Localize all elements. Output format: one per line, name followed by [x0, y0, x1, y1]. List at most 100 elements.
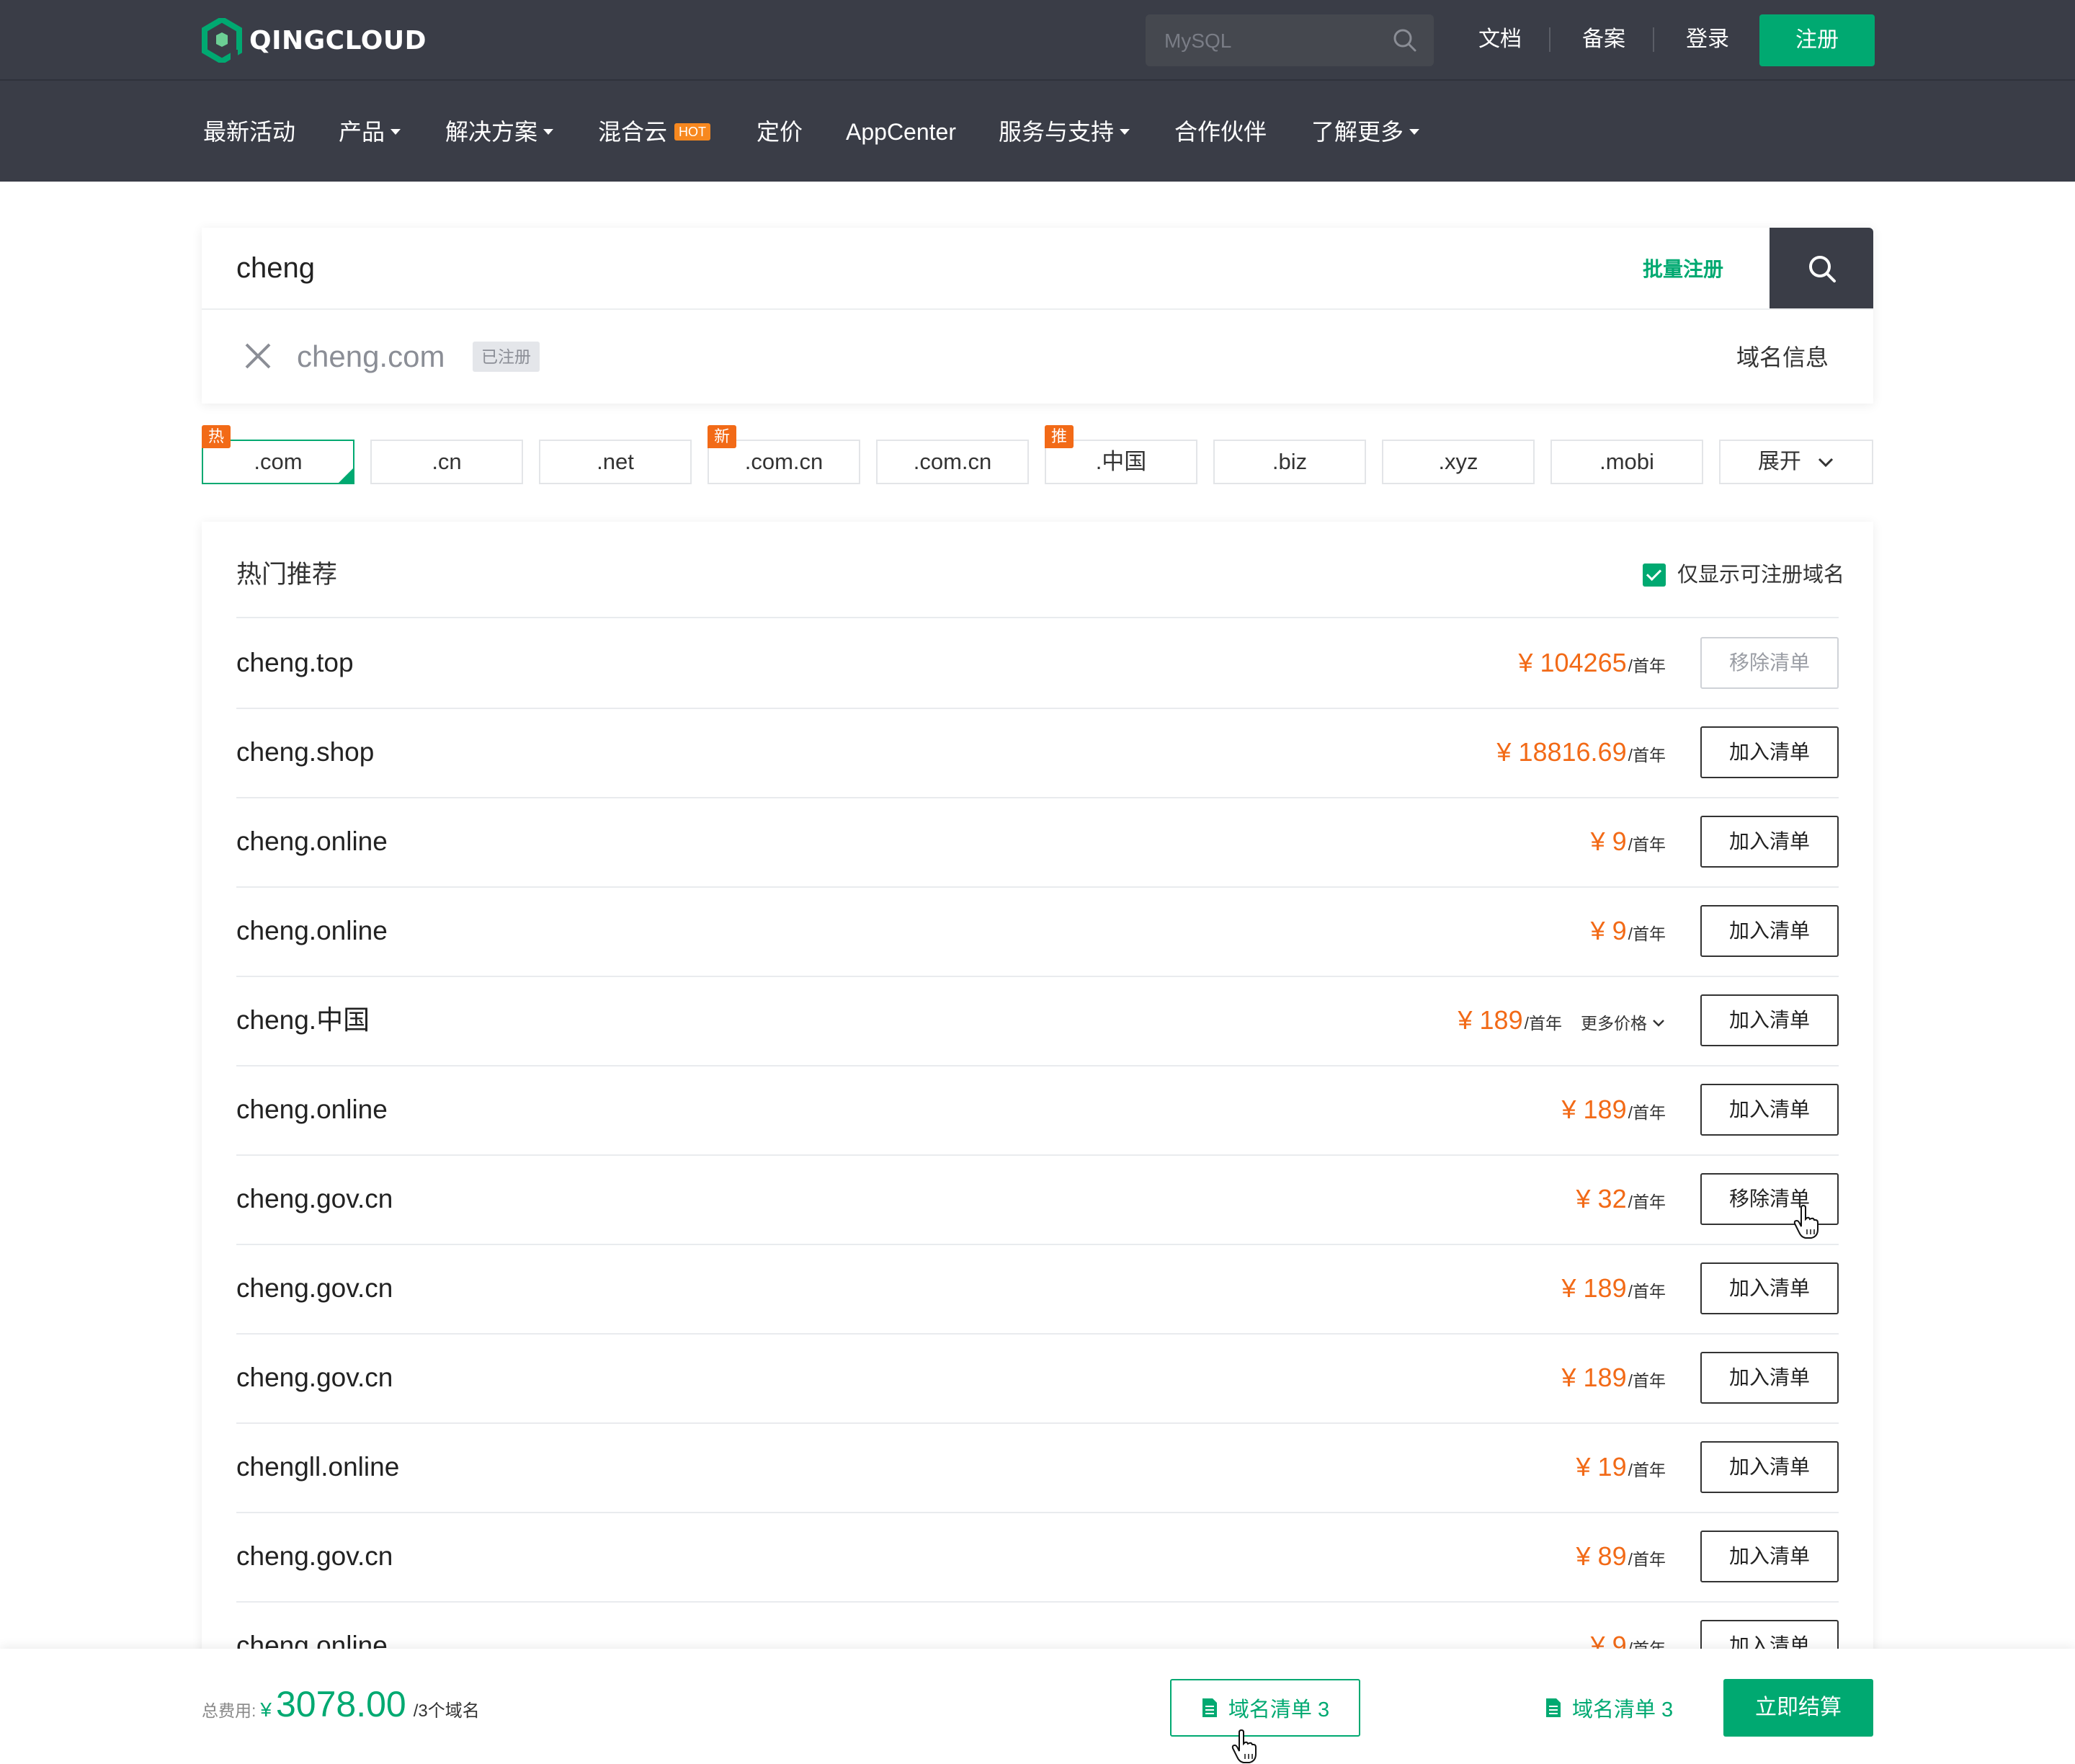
- suffix-label: .net: [597, 449, 634, 474]
- domain-name: cheng.中国: [236, 1005, 370, 1035]
- price: ¥ 189/首年: [1562, 1360, 1666, 1398]
- recommended-badge: 推: [1045, 425, 1074, 448]
- cart-action-button[interactable]: 加入清单: [1700, 1531, 1839, 1582]
- price: ¥ 9/首年: [1591, 824, 1666, 862]
- recommended-list-card: 热门推荐 仅显示可注册域名 cheng.top ¥ 104265/首年 移除清单…: [202, 522, 1873, 1764]
- domain-row: cheng.online ¥ 9/首年 加入清单: [236, 886, 1839, 977]
- domain-row: cheng.gov.cn ¥ 189/首年 加入清单: [236, 1244, 1839, 1335]
- docs-link[interactable]: 文档: [1478, 22, 1522, 58]
- domain-name: chengll.online: [236, 1452, 400, 1482]
- checkout-button[interactable]: 立即结算: [1723, 1679, 1873, 1737]
- nav-learn-more[interactable]: 了解更多: [1311, 114, 1420, 150]
- caret-down-icon: [391, 129, 401, 135]
- search-icon[interactable]: [1392, 27, 1418, 53]
- price: ¥ 18816.69/首年: [1496, 735, 1666, 772]
- suffix-tab-mobi[interactable]: .mobi: [1550, 440, 1703, 484]
- chevron-down-icon: [1653, 1020, 1664, 1027]
- searched-domain: cheng.com: [297, 339, 445, 373]
- price-amount: ¥ 19: [1576, 1452, 1627, 1482]
- icp-filing-link[interactable]: 备案: [1582, 22, 1625, 58]
- domain-cart-button[interactable]: 域名清单 3: [1170, 1679, 1360, 1737]
- only-available-toggle[interactable]: 仅显示可注册域名: [1643, 562, 1844, 588]
- nav-latest-activities[interactable]: 最新活动: [203, 114, 295, 150]
- price-amount: ¥ 18816.69: [1496, 737, 1627, 767]
- nav-label: 服务与支持: [999, 119, 1115, 145]
- nav-solutions[interactable]: 解决方案: [445, 114, 554, 150]
- list-title: 热门推荐: [236, 561, 338, 589]
- domain-search-input[interactable]: cheng: [236, 249, 315, 287]
- divider: [1653, 27, 1654, 52]
- cart-label: 域名清单 3: [1228, 1698, 1330, 1721]
- search-button[interactable]: [1770, 228, 1873, 308]
- cart-action-button[interactable]: 加入清单: [1700, 816, 1839, 868]
- nav-label: 产品: [339, 119, 385, 145]
- cart-action-button[interactable]: 加入清单: [1700, 1262, 1839, 1314]
- price: ¥ 189/首年 更多价格: [1458, 1003, 1666, 1041]
- caret-down-icon: [543, 129, 554, 135]
- divider: [1549, 27, 1550, 52]
- nav-label: 了解更多: [1311, 119, 1404, 145]
- suffix-label: .com.cn: [913, 449, 992, 474]
- price-unit: /首年: [1628, 835, 1666, 854]
- nav-label: 解决方案: [445, 119, 538, 145]
- domain-cart-link[interactable]: 域名清单 3: [1545, 1686, 1673, 1729]
- domain-name: cheng.gov.cn: [236, 1363, 393, 1392]
- suffix-label: .com: [254, 449, 303, 474]
- nav-appcenter[interactable]: AppCenter: [846, 114, 956, 150]
- batch-register-link[interactable]: 批量注册: [1643, 257, 1723, 282]
- nav-partners[interactable]: 合作伙伴: [1174, 114, 1267, 150]
- suffix-tab-biz[interactable]: .biz: [1213, 440, 1366, 484]
- price-amount: ¥ 189: [1561, 1095, 1627, 1124]
- close-icon[interactable]: [242, 340, 274, 372]
- domain-info-link[interactable]: 域名信息: [1736, 342, 1829, 373]
- top-search-box[interactable]: [1146, 14, 1434, 68]
- cart-action-button[interactable]: 加入清单: [1700, 1441, 1839, 1493]
- nav-service-support[interactable]: 服务与支持: [999, 114, 1130, 150]
- suffix-label: .xyz: [1438, 449, 1478, 474]
- login-link[interactable]: 登录: [1686, 22, 1729, 58]
- nav-pricing[interactable]: 定价: [757, 114, 803, 150]
- checkbox-checked[interactable]: [1643, 564, 1666, 587]
- domain-row: chengll.online ¥ 19/首年 加入清单: [236, 1422, 1839, 1513]
- price-unit: /首年: [1628, 656, 1666, 675]
- total-amount: 3078.00: [275, 1684, 406, 1724]
- top-header: QINGCLOUD 文档 备案 登录 注册: [0, 0, 2075, 79]
- domain-row: cheng.top ¥ 104265/首年 移除清单: [236, 618, 1839, 709]
- cart-action-button[interactable]: 移除清单: [1700, 637, 1839, 689]
- nav-products[interactable]: 产品: [339, 114, 401, 150]
- price: ¥ 19/首年: [1576, 1450, 1666, 1487]
- logo[interactable]: QINGCLOUD: [202, 17, 427, 63]
- price-unit: /首年: [1628, 746, 1666, 765]
- domain-row: cheng.gov.cn ¥ 89/首年 加入清单: [236, 1512, 1839, 1603]
- caret-down-icon: [1409, 129, 1420, 135]
- cart-action-button[interactable]: 加入清单: [1700, 994, 1839, 1046]
- domain-name: cheng.online: [236, 1095, 388, 1124]
- expand-label: 展开: [1757, 450, 1801, 473]
- cart-action-button[interactable]: 加入清单: [1700, 1352, 1839, 1404]
- nav-label: AppCenter: [846, 119, 956, 145]
- domain-name: cheng.online: [236, 916, 388, 945]
- cart-action-button[interactable]: 加入清单: [1700, 1084, 1839, 1136]
- document-icon: [1546, 1698, 1561, 1717]
- hand-cursor-icon: [1793, 1205, 1819, 1239]
- register-button[interactable]: 注册: [1759, 14, 1875, 66]
- more-prices-toggle[interactable]: 更多价格: [1581, 1006, 1666, 1041]
- search-icon: [1809, 256, 1836, 282]
- expand-suffixes-button[interactable]: 展开: [1719, 440, 1873, 484]
- suffix-tab-xyz[interactable]: .xyz: [1382, 440, 1535, 484]
- suffix-tab-cn[interactable]: .cn: [370, 440, 523, 484]
- suffix-tab-net[interactable]: .net: [539, 440, 692, 484]
- nav-hybrid-cloud[interactable]: 混合云 HOT: [598, 114, 711, 150]
- cart-action-button[interactable]: 加入清单: [1700, 905, 1839, 957]
- suffix-tab-com-cn-2[interactable]: .com.cn: [876, 440, 1029, 484]
- domain-row: cheng.gov.cn ¥ 32/首年 移除清单: [236, 1154, 1839, 1245]
- hot-badge: 热: [202, 425, 231, 448]
- price-amount: ¥ 32: [1576, 1184, 1627, 1213]
- cart-action-button[interactable]: 加入清单: [1700, 726, 1839, 778]
- caret-down-icon: [1120, 129, 1130, 135]
- only-available-label: 仅显示可注册域名: [1677, 564, 1845, 587]
- domain-name: cheng.shop: [236, 737, 375, 767]
- top-search-input[interactable]: [1163, 14, 1382, 68]
- search-result-row: cheng.com 已注册 域名信息: [202, 310, 1873, 404]
- suffix-label: .com.cn: [744, 449, 824, 474]
